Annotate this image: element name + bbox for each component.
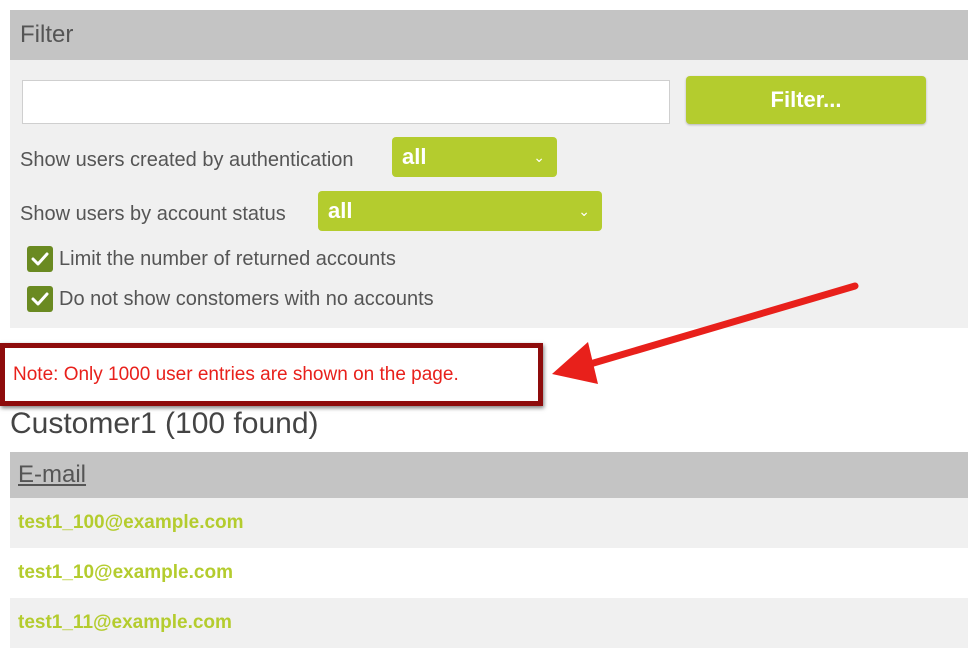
search-input[interactable] — [22, 80, 670, 124]
hide-empty-customers-label: Do not show constomers with no accounts — [59, 287, 434, 310]
table-row: test1_10@example.com — [10, 548, 968, 598]
status-filter-label: Show users by account status — [20, 203, 286, 225]
auth-select[interactable]: all ⌄ — [392, 137, 557, 177]
limit-accounts-checkbox[interactable] — [27, 246, 53, 272]
auth-filter-label: Show users created by authentication — [20, 149, 354, 171]
note-callout: Note: Only 1000 user entries are shown o… — [0, 343, 543, 406]
hide-empty-customers-checkbox[interactable] — [27, 286, 53, 312]
check-icon — [31, 252, 49, 266]
status-select-value: all — [328, 198, 353, 223]
filter-header: Filter — [10, 10, 968, 60]
column-header-email[interactable]: E-mail — [10, 452, 968, 498]
chevron-down-icon: ⌄ — [533, 149, 545, 165]
filter-button[interactable]: Filter... — [686, 76, 926, 124]
users-table: E-mail test1_100@example.com test1_10@ex… — [10, 452, 968, 648]
email-link[interactable]: test1_100@example.com — [18, 512, 244, 533]
table-row: test1_100@example.com — [10, 498, 968, 548]
annotation-arrow — [552, 282, 859, 384]
limit-accounts-label: Limit the number of returned accounts — [59, 247, 396, 270]
hide-empty-customers-option[interactable]: Do not show constomers with no accounts — [27, 285, 434, 313]
status-select[interactable]: all ⌄ — [318, 191, 602, 231]
chevron-down-icon: ⌄ — [578, 203, 590, 219]
section-title: Customer1 (100 found) — [10, 407, 319, 440]
limit-accounts-option[interactable]: Limit the number of returned accounts — [27, 245, 396, 273]
auth-select-value: all — [402, 144, 427, 169]
email-link[interactable]: test1_10@example.com — [18, 562, 233, 583]
email-link[interactable]: test1_11@example.com — [18, 612, 232, 633]
check-icon — [31, 292, 49, 306]
note-text: Note: Only 1000 user entries are shown o… — [13, 363, 459, 385]
table-row: test1_11@example.com — [10, 598, 968, 648]
